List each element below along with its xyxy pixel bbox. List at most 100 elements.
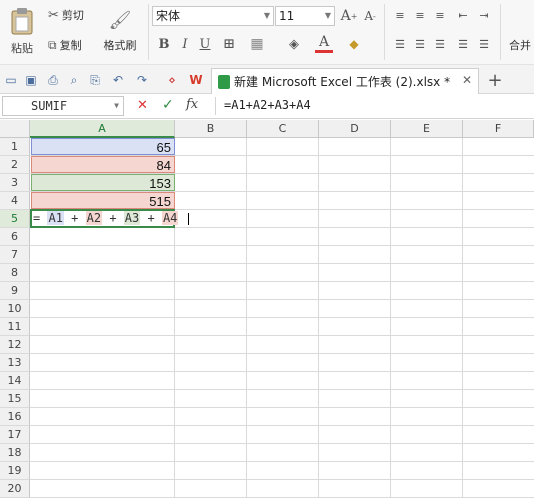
- row-header-3[interactable]: 3: [0, 174, 30, 192]
- merge-label: 合并: [509, 39, 531, 52]
- align-right-icon[interactable]: ☰: [432, 37, 448, 51]
- copy-label: 复制: [59, 39, 82, 52]
- row-header-13[interactable]: 13: [0, 354, 30, 372]
- formula-ref-a1: A1: [47, 211, 64, 225]
- formula-input[interactable]: =A1+A2+A3+A4: [224, 98, 311, 112]
- folder-icon[interactable]: ▭: [3, 72, 19, 88]
- column-header-e[interactable]: E: [391, 120, 463, 138]
- outdent-icon[interactable]: ⇥: [476, 8, 492, 22]
- row-header-15[interactable]: 15: [0, 390, 30, 408]
- indent-icon[interactable]: ⇤: [455, 8, 471, 22]
- new-tab-icon[interactable]: +: [487, 70, 503, 91]
- bold-icon[interactable]: B: [156, 35, 172, 53]
- cancel-icon[interactable]: ✕: [137, 98, 148, 113]
- wps-logo-icon: W: [189, 73, 203, 87]
- border-icon[interactable]: ⊞: [220, 35, 238, 53]
- save-icon[interactable]: ▣: [23, 72, 39, 88]
- formula-equals: =: [33, 211, 41, 225]
- row-header-16[interactable]: 16: [0, 408, 30, 426]
- font-color-icon[interactable]: A: [315, 33, 333, 53]
- grid-line: [30, 407, 534, 408]
- formula-bar: SUMIF ▼ ✕ ✓ fx =A1+A2+A3+A4: [0, 94, 534, 119]
- row-header-10[interactable]: 10: [0, 300, 30, 318]
- align-bottom-icon[interactable]: ≡: [432, 8, 448, 22]
- row-header-2[interactable]: 2: [0, 156, 30, 174]
- row-header-7[interactable]: 7: [0, 246, 30, 264]
- copy-button[interactable]: ⧉ 复制: [48, 36, 82, 54]
- grid-line: [30, 479, 534, 480]
- document-tab[interactable]: 新建 Microsoft Excel 工作表 (2).xlsx * ✕: [211, 68, 479, 94]
- format-painter-button[interactable]: 🖌 格式刷: [100, 2, 140, 60]
- italic-icon[interactable]: I: [177, 35, 193, 53]
- redo-icon[interactable]: ↷: [134, 72, 150, 88]
- fx-icon[interactable]: fx: [186, 97, 198, 112]
- select-all-corner[interactable]: [0, 120, 30, 138]
- cut-button[interactable]: ✂ 剪切: [48, 6, 84, 24]
- cell-a4[interactable]: 515: [31, 192, 175, 209]
- customize-icon[interactable]: ⋄: [164, 72, 180, 88]
- align-left-icon[interactable]: ☰: [392, 37, 408, 51]
- cell-a3[interactable]: 153: [31, 174, 175, 191]
- chevron-down-icon: ▼: [114, 101, 119, 110]
- grid-line: [30, 263, 534, 264]
- spreadsheet-grid[interactable]: A B C D E F 1 2 3 4 5 6 7 8 9 10 11 12 1…: [0, 120, 534, 498]
- cell-a5-editor[interactable]: = A1 + A2 + A3 + A4: [30, 209, 189, 228]
- row-header-1[interactable]: 1: [0, 138, 30, 156]
- increase-font-icon[interactable]: A +: [340, 6, 358, 26]
- column-header-a[interactable]: A: [30, 120, 175, 138]
- row-header-19[interactable]: 19: [0, 462, 30, 480]
- paste-button[interactable]: 粘贴: [2, 2, 42, 60]
- font-size-value: 11: [279, 9, 295, 23]
- align-top-icon[interactable]: ≡: [392, 8, 408, 22]
- cell-a2[interactable]: 84: [31, 156, 175, 173]
- row-header-8[interactable]: 8: [0, 264, 30, 282]
- row-header-9[interactable]: 9: [0, 282, 30, 300]
- justify-icon[interactable]: ☰: [455, 37, 471, 51]
- cell-style-icon[interactable]: ▦: [248, 35, 266, 53]
- row-header-14[interactable]: 14: [0, 372, 30, 390]
- export-icon[interactable]: ⎘: [87, 72, 103, 88]
- text-cursor: [187, 212, 189, 225]
- row-header-20[interactable]: 20: [0, 480, 30, 498]
- print-icon[interactable]: ⎙: [45, 72, 61, 88]
- ribbon-toolbar: 粘贴 ✂ 剪切 ⧉ 复制 🖌 格式刷 宋体 ▼ 11 ▼ A + A- B I U…: [0, 0, 534, 65]
- row-header-4[interactable]: 4: [0, 192, 30, 210]
- print-preview-icon[interactable]: ⌕: [66, 72, 82, 88]
- row-header-18[interactable]: 18: [0, 444, 30, 462]
- fill-color-icon[interactable]: ◈: [285, 35, 303, 53]
- align-middle-icon[interactable]: ≡: [412, 8, 428, 22]
- font-name-value: 宋体: [156, 9, 181, 23]
- cell-a1[interactable]: 65: [31, 138, 175, 155]
- row-header-6[interactable]: 6: [0, 228, 30, 246]
- row-header-5[interactable]: 5: [0, 210, 30, 228]
- align-center-icon[interactable]: ☰: [412, 37, 428, 51]
- merge-button[interactable]: 合并: [506, 36, 534, 54]
- row-header-11[interactable]: 11: [0, 318, 30, 336]
- grid-line: [246, 138, 247, 498]
- underline-icon[interactable]: U: [197, 35, 213, 53]
- grid-line: [30, 389, 534, 390]
- grid-line: [30, 371, 534, 372]
- formula-plus: +: [109, 211, 117, 225]
- grid-line: [318, 138, 319, 498]
- decrease-font-icon[interactable]: A-: [361, 6, 379, 26]
- distribute-icon[interactable]: ☰: [476, 37, 492, 51]
- grid-line: [30, 335, 534, 336]
- confirm-icon[interactable]: ✓: [162, 97, 174, 113]
- close-icon[interactable]: ✕: [462, 73, 472, 87]
- clear-format-icon[interactable]: ◆: [345, 35, 363, 53]
- paste-label: 粘贴: [11, 42, 33, 55]
- row-header-12[interactable]: 12: [0, 336, 30, 354]
- column-header-d[interactable]: D: [319, 120, 391, 138]
- column-header-b[interactable]: B: [175, 120, 247, 138]
- column-header-f[interactable]: F: [463, 120, 534, 138]
- brush-icon: 🖌: [108, 9, 132, 31]
- row-header-17[interactable]: 17: [0, 426, 30, 444]
- copy-icon: ⧉: [48, 37, 57, 52]
- undo-icon[interactable]: ↶: [110, 72, 126, 88]
- column-header-c[interactable]: C: [247, 120, 319, 138]
- name-box[interactable]: SUMIF ▼: [2, 96, 124, 116]
- font-name-select[interactable]: 宋体 ▼: [152, 6, 274, 26]
- grid-line: [30, 425, 534, 426]
- font-size-select[interactable]: 11 ▼: [275, 6, 335, 26]
